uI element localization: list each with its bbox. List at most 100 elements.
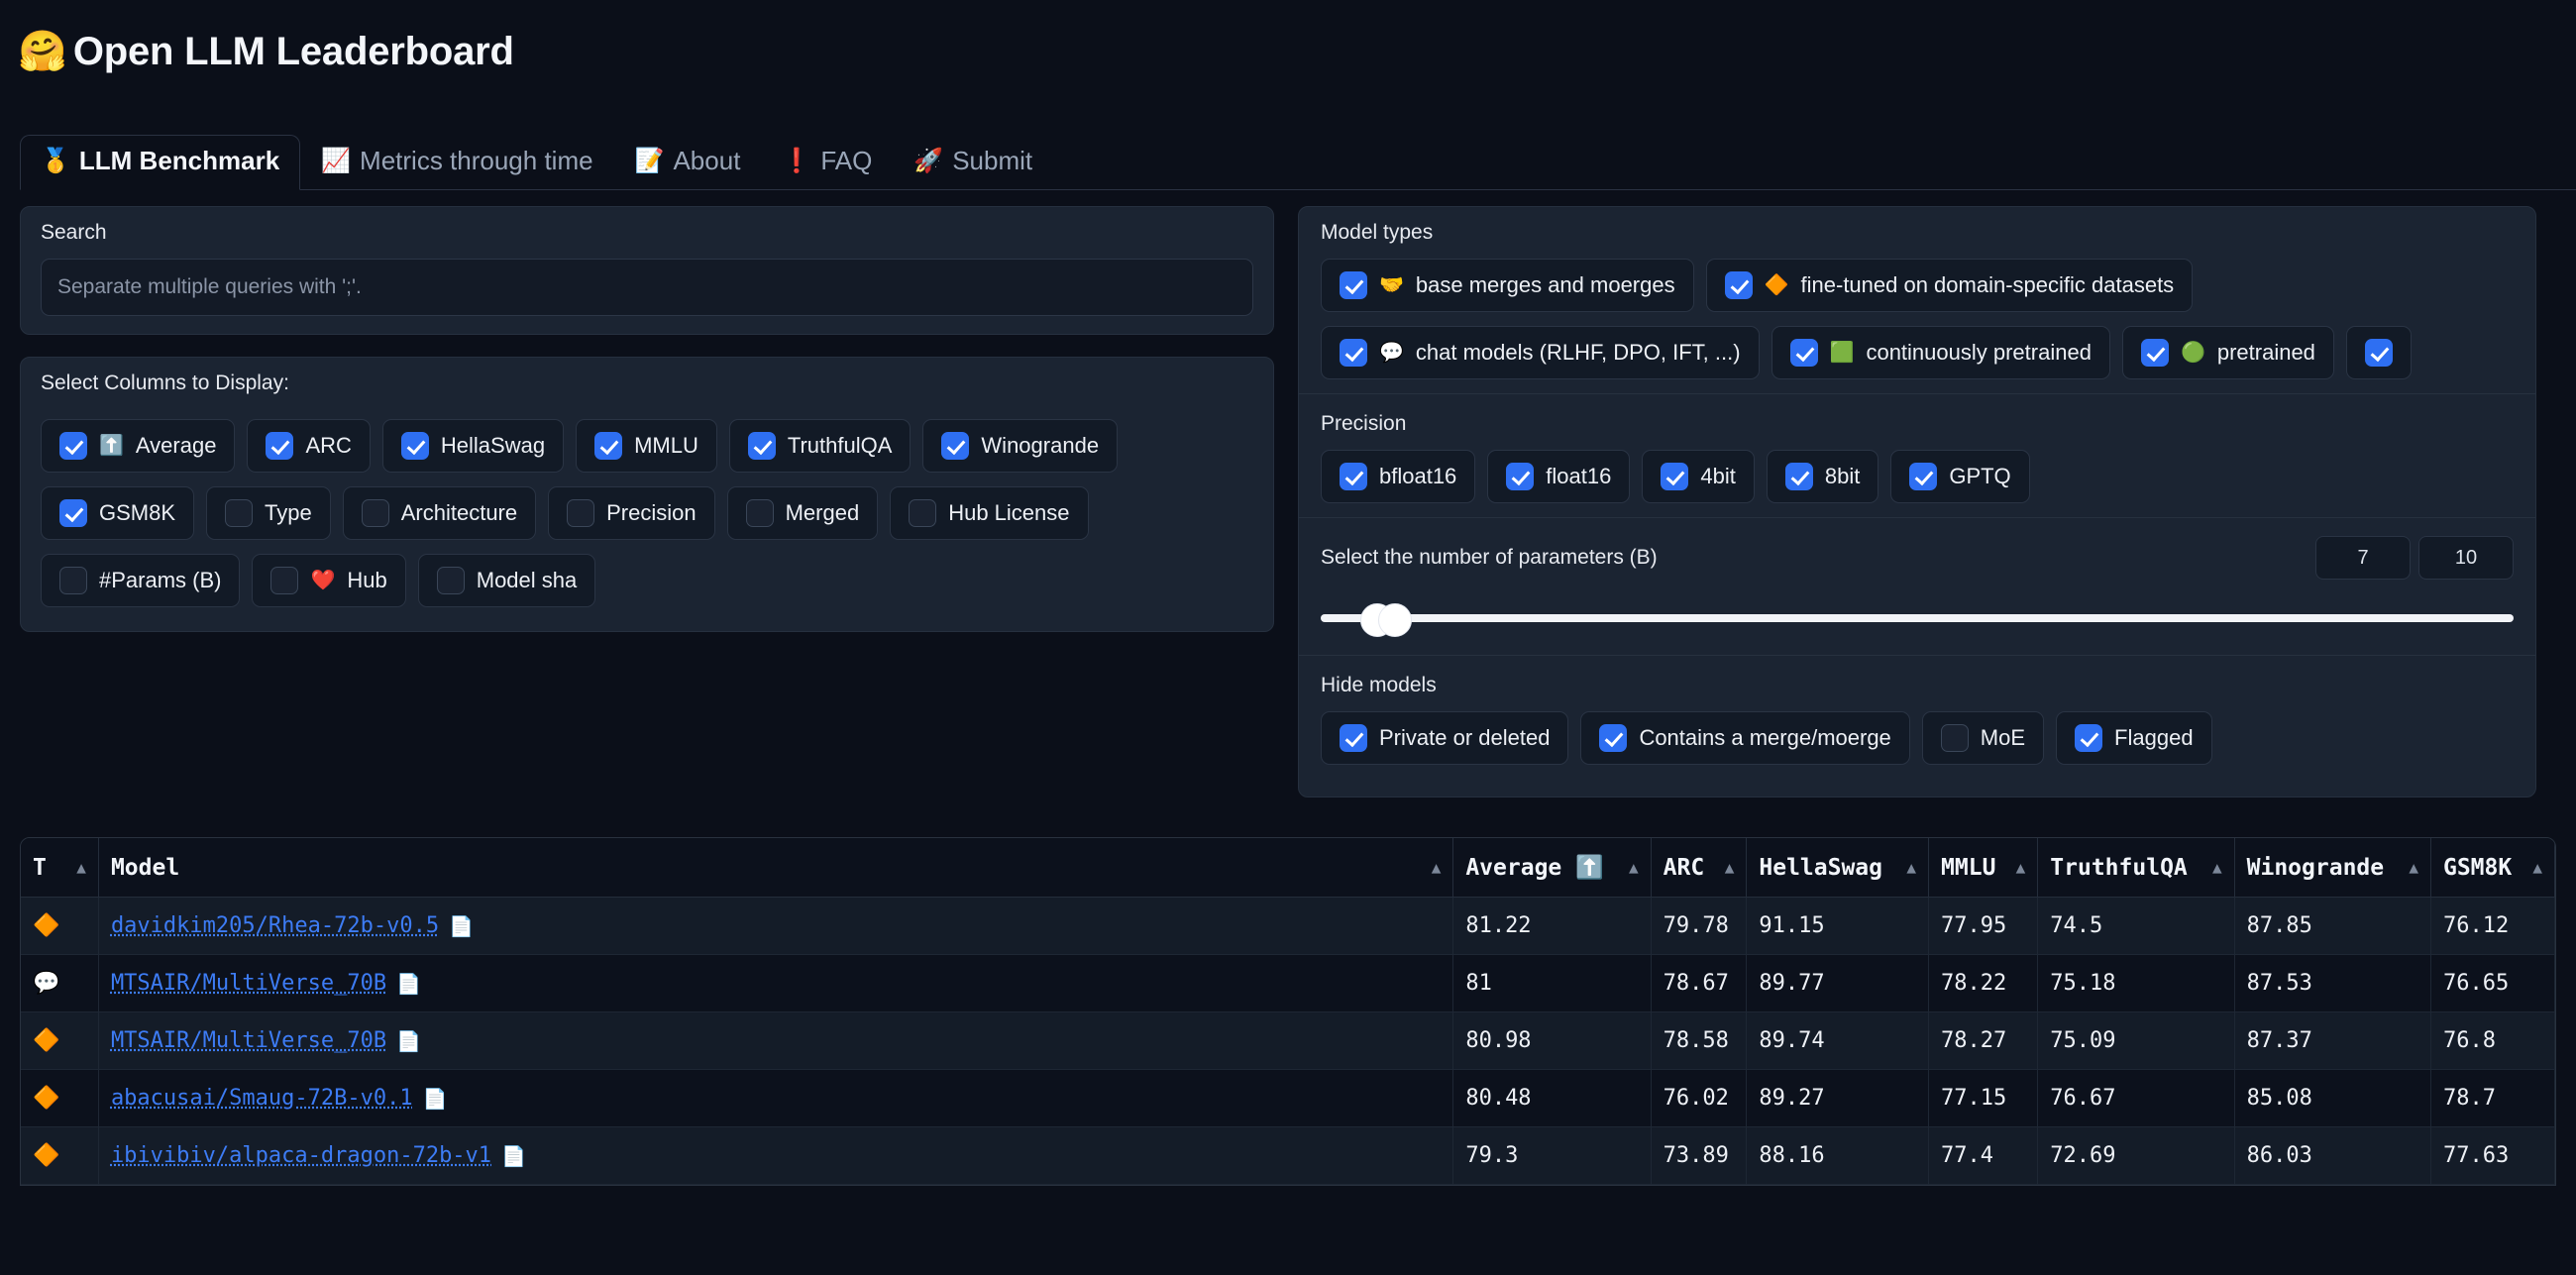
model-card-page-icon[interactable]: 📄 [396,972,421,996]
checkbox-hub[interactable] [270,567,299,594]
precision-toggle-8bit[interactable]: 8bit [1766,450,1879,503]
checkbox-mmlu[interactable] [594,432,623,460]
checkbox-float16[interactable] [1506,463,1535,490]
column-toggle-type[interactable]: Type [206,486,331,540]
column-header-gsm8k[interactable]: GSM8K ▲ [2430,838,2555,898]
params-range-slider[interactable] [1321,593,2514,643]
column-toggle-precision[interactable]: Precision [548,486,715,540]
checkbox-4bit[interactable] [1661,463,1689,490]
checkbox-blank[interactable] [2364,339,2393,367]
tab-submit[interactable]: 🚀 Submit [893,135,1053,190]
column-toggle-average[interactable]: ⬆️ Average [41,419,236,473]
hide-models-toggle-contains-a-merge-moerge[interactable]: Contains a merge/moerge [1580,711,1910,765]
precision-toggle-bfloat16[interactable]: bfloat16 [1321,450,1476,503]
column-toggle-arc[interactable]: ARC [247,419,371,473]
precision-toggle-float16[interactable]: float16 [1487,450,1631,503]
tab-metrics-through-time[interactable]: 📈 Metrics through time [300,135,613,190]
sort-ascending-icon[interactable]: ▲ [2409,859,2418,876]
tab-llm-benchmark[interactable]: 🥇 LLM Benchmark [20,135,301,190]
column-header-hellaswag[interactable]: HellaSwag ▲ [1746,838,1930,898]
model-link[interactable]: MTSAIR/MultiVerse_70B [111,971,386,996]
column-toggle-architecture[interactable]: Architecture [342,486,537,540]
table-row[interactable]: 🔶 MTSAIR/MultiVerse_70B 📄 80.98 78.58 89.74 78… [21,1011,2555,1070]
model-type-toggle-chat-models-rlhf-dpo-ift[interactable]: 💬 chat models (RLHF, DPO, IFT, ...) [1321,326,1760,379]
checkbox-model-sha[interactable] [436,567,465,594]
hide-models-toggle-moe[interactable]: MoE [1921,711,2045,765]
checkbox-params-b[interactable] [59,567,87,594]
sort-ascending-icon[interactable]: ▲ [1432,859,1442,876]
model-card-page-icon[interactable]: 📄 [396,1029,421,1053]
sort-ascending-icon[interactable]: ▲ [1906,859,1916,876]
params-max-input[interactable]: 10 [2418,536,2514,580]
column-toggle-merged[interactable]: Merged [726,486,879,540]
column-toggle-winogrande[interactable]: Winogrande [922,419,1119,473]
tab-about[interactable]: 📝 About [614,135,762,190]
checkbox-hub-license[interactable] [909,499,937,527]
checkbox-truthfulqa[interactable] [747,432,776,460]
checkbox-hellaswag[interactable] [400,432,429,460]
checkbox-type[interactable] [225,499,254,527]
checkbox-winogrande[interactable] [941,432,970,460]
checkbox-pretrained[interactable] [2140,339,2169,367]
table-row[interactable]: 🔶 abacusai/Smaug-72B-v0.1 📄 80.48 76.02 89.27… [21,1069,2555,1127]
model-card-page-icon[interactable]: 📄 [449,914,474,938]
sort-ascending-icon[interactable]: ▲ [2532,859,2542,876]
table-row[interactable]: 💬 MTSAIR/MultiVerse_70B 📄 81 78.67 89.77 78.22… [21,954,2555,1012]
checkbox-continuously-pretrained[interactable] [1789,339,1818,367]
column-header-model[interactable]: Model ▲ [98,838,1454,898]
sort-ascending-icon[interactable]: ▲ [1725,859,1735,876]
column-toggle-hub-license[interactable]: Hub License [890,486,1089,540]
hide-models-toggle-private-or-deleted[interactable]: Private or deleted [1321,711,1569,765]
precision-toggle-4bit[interactable]: 4bit [1642,450,1755,503]
model-type-toggle-blank[interactable] [2345,326,2412,379]
column-header-average[interactable]: Average ⬆️ ▲ [1452,838,1652,898]
checkbox-architecture[interactable] [361,499,389,527]
model-link[interactable]: davidkim205/Rhea-72b-v0.5 [111,913,439,938]
column-toggle-hellaswag[interactable]: HellaSwag [381,419,565,473]
checkbox-contains-a-merge-moerge[interactable] [1599,724,1628,752]
model-type-toggle-base-merges-and-moerges[interactable]: 🤝 base merges and moerges [1321,259,1694,312]
table-row[interactable]: 🔶 ibivibiv/alpaca-dragon-72b-v1 📄 79.3 73.89… [21,1126,2555,1185]
sort-ascending-icon[interactable]: ▲ [2016,859,2026,876]
checkbox-precision[interactable] [567,499,595,527]
column-header-arc[interactable]: ARC ▲ [1651,838,1748,898]
checkbox-moe[interactable] [1940,724,1969,752]
column-toggle-truthfulqa[interactable]: TruthfulQA [728,419,912,473]
model-type-toggle-pretrained[interactable]: 🟢 pretrained [2121,326,2334,379]
column-header-winogrande[interactable]: Winogrande ▲ [2234,838,2431,898]
model-type-toggle-fine-tuned-on-domain-specific-datasets[interactable]: 🔶 fine-tuned on domain-specific datasets [1705,259,2194,312]
table-row[interactable]: 🔶 davidkim205/Rhea-72b-v0.5 📄 81.22 79.78 91.… [21,897,2555,955]
column-toggle-model-sha[interactable]: Model sha [417,554,596,607]
checkbox-flagged[interactable] [2075,724,2103,752]
search-input[interactable] [41,259,1253,316]
column-toggle-hub[interactable]: ❤️ Hub [252,554,406,607]
model-link[interactable]: abacusai/Smaug-72B-v0.1 [111,1086,413,1111]
params-min-input[interactable]: 7 [2315,536,2411,580]
checkbox-chat-models-rlhf-dpo-ift[interactable] [1340,339,1367,367]
checkbox-private-or-deleted[interactable] [1340,724,1367,752]
checkbox-8bit[interactable] [1784,463,1813,490]
model-type-toggle-continuously-pretrained[interactable]: 🟩 continuously pretrained [1771,326,2110,379]
column-header-mmlu[interactable]: MMLU ▲ [1928,838,2039,898]
sort-ascending-icon[interactable]: ▲ [76,859,86,876]
model-link[interactable]: MTSAIR/MultiVerse_70B [111,1028,386,1053]
slider-handle-max[interactable] [1378,603,1412,637]
tab-faq[interactable]: ❗ FAQ [761,135,893,190]
slider-track[interactable] [1321,614,2514,622]
column-toggle-params-b[interactable]: #Params (B) [41,554,241,607]
checkbox-gptq[interactable] [1909,463,1938,490]
hide-models-toggle-flagged[interactable]: Flagged [2056,711,2212,765]
checkbox-gsm8k[interactable] [59,499,87,527]
model-card-page-icon[interactable]: 📄 [423,1087,448,1111]
checkbox-bfloat16[interactable] [1340,463,1367,490]
checkbox-average[interactable] [59,432,87,460]
sort-ascending-icon[interactable]: ▲ [2212,859,2222,876]
column-header-t[interactable]: T ▲ [21,838,99,898]
column-header-truthfulqa[interactable]: TruthfulQA ▲ [2037,838,2235,898]
precision-toggle-gptq[interactable]: GPTQ [1890,450,2030,503]
model-card-page-icon[interactable]: 📄 [501,1144,526,1168]
column-toggle-mmlu[interactable]: MMLU [576,419,717,473]
model-link[interactable]: ibivibiv/alpaca-dragon-72b-v1 [111,1143,491,1168]
checkbox-fine-tuned-on-domain-specific-datasets[interactable] [1724,271,1753,299]
checkbox-base-merges-and-moerges[interactable] [1340,271,1367,299]
